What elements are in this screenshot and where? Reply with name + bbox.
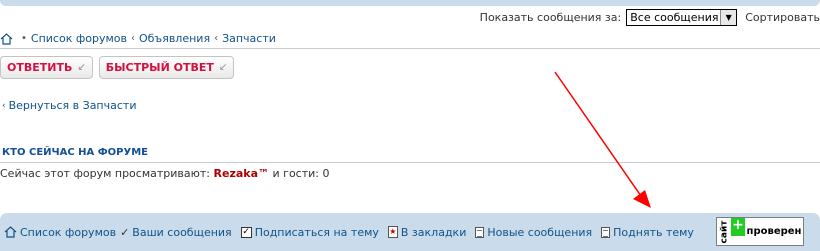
document-icon [475, 226, 485, 238]
breadcrumb-parts[interactable]: Запчасти [222, 32, 276, 45]
checkbox-icon: ✓ [240, 226, 252, 238]
badge-side: сайт [717, 218, 731, 245]
who-online-prefix: Сейчас этот форум просматривают: [0, 167, 211, 180]
footer-subscribe-link[interactable]: ✓ Подписаться на тему [240, 225, 379, 239]
checkmark-icon: ✓ [120, 225, 130, 239]
chevron-left-icon: ‹ [2, 100, 6, 111]
action-buttons: ОТВЕТИТЬ ↙ БЫСТРЫЙ ОТВЕТ ↙ [0, 56, 235, 79]
footer-your-posts-label: Ваши сообщения [132, 225, 232, 239]
show-posts-label: Показать сообщения за: [479, 10, 622, 24]
footer-forum-list-label: Список форумов [20, 225, 117, 239]
footer-bookmarks-label: В закладки [400, 225, 467, 239]
back-to-forum-link[interactable]: ‹ Вернуться в Запчасти [2, 99, 136, 112]
quick-reply-button[interactable]: БЫСТРЫЙ ОТВЕТ ↙ [98, 56, 235, 79]
plus-icon: + [731, 218, 745, 245]
breadcrumb-bullet: • [21, 33, 27, 44]
badge-side-text: сайт [719, 220, 729, 243]
home-icon [0, 32, 13, 45]
who-online-suffix: и гости: 0 [272, 167, 330, 180]
badge-text: проверен [746, 226, 802, 237]
online-username[interactable]: Rezaka™ [214, 167, 270, 180]
breadcrumb-separator: ‹ [130, 33, 135, 44]
badge-plus-white [731, 236, 745, 245]
footer-bump-topic-link[interactable]: Поднять тему [601, 226, 694, 239]
home-icon [4, 226, 17, 238]
footer-bookmarks-link[interactable]: ★ В закладки [387, 225, 467, 239]
quick-reply-button-label: БЫСТРЫЙ ОТВЕТ [105, 61, 214, 74]
breadcrumb-separator: ‹ [214, 33, 219, 44]
reply-arrow-icon: ↙ [77, 62, 86, 73]
back-link-label: Вернуться в Запчасти [8, 99, 137, 112]
chevron-down-icon: ▼ [720, 9, 737, 25]
bookmark-icon: ★ [387, 226, 398, 238]
breadcrumb: • Список форумов ‹ Объявления ‹ Запчасти [0, 29, 820, 49]
footer-forum-list-link[interactable]: Список форумов [4, 226, 116, 239]
footer-bar: Список форумов ✓ Ваши сообщения ✓ Подпис… [0, 213, 820, 251]
show-posts-select[interactable]: Все сообщения ▼ [626, 8, 738, 26]
document-icon [601, 226, 611, 238]
quick-reply-arrow-icon: ↙ [218, 62, 228, 73]
sort-bar: Показать сообщения за: Все сообщения ▼ С… [480, 6, 820, 28]
site-verified-badge[interactable]: сайт + проверен [716, 217, 804, 246]
footer-subscribe-label: Подписаться на тему [254, 225, 379, 239]
breadcrumb-forum-list[interactable]: Список форумов [31, 32, 127, 45]
sort-label: Сортировать [745, 10, 820, 24]
reply-button[interactable]: ОТВЕТИТЬ ↙ [0, 56, 93, 79]
reply-button-label: ОТВЕТИТЬ [7, 61, 73, 74]
footer-your-posts-link[interactable]: ✓ Ваши сообщения [120, 226, 232, 239]
divider [0, 162, 820, 163]
footer-bump-label: Поднять тему [613, 225, 694, 239]
footer-new-posts-link[interactable]: Новые сообщения [475, 226, 592, 239]
show-posts-select-value: Все сообщения [630, 10, 719, 24]
breadcrumb-announcements[interactable]: Объявления [139, 32, 210, 45]
who-online-heading: КТО СЕЙЧАС НА ФОРУМЕ [2, 147, 148, 158]
footer-new-posts-label: Новые сообщения [487, 225, 593, 239]
who-online-text: Сейчас этот форум просматривают: Rezaka™… [0, 167, 329, 180]
badge-plus: + [731, 218, 745, 236]
